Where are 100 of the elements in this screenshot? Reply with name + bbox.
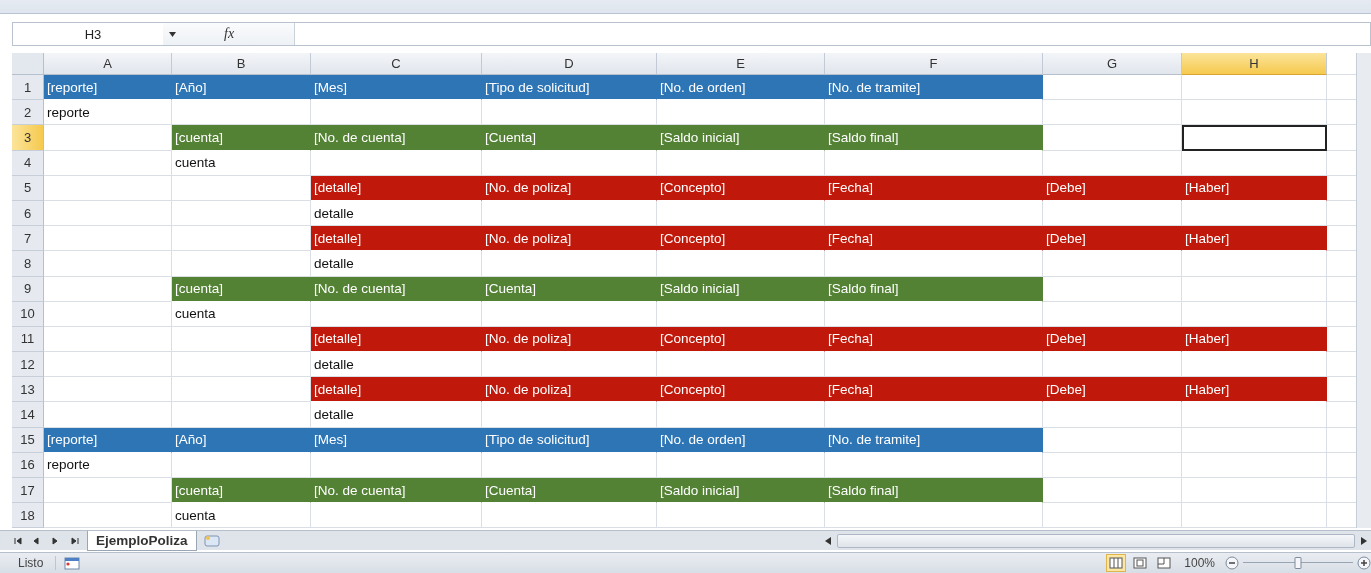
- table-cell: [Saldo final]: [825, 478, 1043, 504]
- column-header[interactable]: D: [482, 53, 657, 75]
- row-header[interactable]: 15: [12, 427, 44, 453]
- column-header[interactable]: F: [825, 53, 1043, 75]
- row-header[interactable]: 2: [12, 100, 44, 126]
- sheet-tab[interactable]: EjemploPoliza: [87, 530, 197, 551]
- zoom-level[interactable]: 100%: [1184, 556, 1215, 570]
- table-cell: detalle: [311, 200, 482, 227]
- scrollbar-thumb[interactable]: [837, 533, 1355, 548]
- table-cell: [Cuenta]: [482, 478, 657, 504]
- table-cell: [No. de cuenta]: [311, 125, 482, 151]
- scroll-left-icon[interactable]: [825, 536, 831, 545]
- column-header[interactable]: H: [1182, 53, 1327, 75]
- insert-function-button[interactable]: fx: [224, 26, 235, 42]
- table-cell: [No. de tramite]: [825, 427, 1043, 453]
- table-cell: [No. de cuenta]: [311, 478, 482, 504]
- table-cell: [cuenta]: [172, 478, 311, 504]
- row-header[interactable]: 7: [12, 226, 44, 252]
- table-cell: reporte: [44, 452, 172, 478]
- sheet-nav-icon[interactable]: [69, 536, 79, 545]
- table-cell: [Saldo final]: [825, 125, 1043, 151]
- table-cell: [Haber]: [1182, 377, 1327, 403]
- row-header[interactable]: 14: [12, 402, 44, 428]
- table-cell: detalle: [311, 251, 482, 277]
- table-cell: [detalle]: [311, 226, 482, 252]
- table-cell: [Saldo inicial]: [657, 125, 825, 151]
- table-cell: [Haber]: [1182, 175, 1327, 201]
- column-header[interactable]: B: [172, 53, 311, 75]
- table-cell: detalle: [311, 402, 482, 428]
- table-cell: [Mes]: [311, 427, 482, 453]
- table-cell: cuenta: [172, 150, 311, 176]
- sheet-nav-icon[interactable]: [12, 536, 22, 545]
- table-cell: [Concepto]: [657, 377, 825, 403]
- table-cell: reporte: [44, 100, 172, 126]
- status-text: Listo: [18, 556, 57, 570]
- table-cell: [Saldo inicial]: [657, 478, 825, 504]
- row-header[interactable]: 18: [12, 503, 44, 529]
- zoom-thumb[interactable]: [1294, 557, 1302, 569]
- column-header[interactable]: G: [1043, 53, 1182, 75]
- table-cell: [Cuenta]: [482, 276, 657, 302]
- table-cell: [No. de poliza]: [482, 226, 657, 252]
- row-header[interactable]: 12: [12, 352, 44, 378]
- column-header[interactable]: C: [311, 53, 482, 75]
- table-cell: [detalle]: [311, 377, 482, 403]
- row-header[interactable]: 4: [12, 150, 44, 176]
- row-header[interactable]: 1: [12, 75, 44, 101]
- table-cell: [Debe]: [1043, 377, 1182, 403]
- row-header[interactable]: 10: [12, 301, 44, 327]
- row-header[interactable]: 16: [12, 452, 44, 478]
- table-cell: [Saldo final]: [825, 276, 1043, 302]
- table-cell: [Mes]: [311, 75, 482, 101]
- row-header[interactable]: 9: [12, 276, 44, 302]
- macro-record-icon[interactable]: [64, 556, 81, 570]
- vertical-scrollbar[interactable]: [1356, 53, 1371, 529]
- table-cell: [Tipo de solicitud]: [482, 427, 657, 453]
- table-cell: [Haber]: [1182, 226, 1327, 252]
- row-header[interactable]: 11: [12, 326, 44, 353]
- row-header[interactable]: 17: [12, 478, 44, 504]
- table-cell: [reporte]: [44, 427, 172, 453]
- table-cell: [Fecha]: [825, 377, 1043, 403]
- table-cell: detalle: [311, 352, 482, 378]
- table-cell: [Fecha]: [825, 226, 1043, 252]
- row-header[interactable]: 13: [12, 377, 44, 403]
- caret-icon[interactable]: [169, 31, 176, 37]
- column-header[interactable]: A: [44, 53, 172, 75]
- scroll-right-icon[interactable]: [1361, 536, 1367, 545]
- table-cell: [reporte]: [44, 75, 172, 101]
- table-cell: [Debe]: [1043, 226, 1182, 252]
- table-cell: [cuenta]: [172, 125, 311, 151]
- table-cell: [Debe]: [1043, 326, 1182, 353]
- table-cell: cuenta: [172, 503, 311, 529]
- table-cell: [Haber]: [1182, 326, 1327, 353]
- table-cell: [No. de tramite]: [825, 75, 1043, 101]
- row-header[interactable]: 5: [12, 175, 44, 201]
- table-cell: [No. de poliza]: [482, 326, 657, 353]
- table-cell: [No. de poliza]: [482, 377, 657, 403]
- zoom-in-icon[interactable]: [1357, 556, 1371, 570]
- table-cell: cuenta: [172, 301, 311, 327]
- table-cell: [Concepto]: [657, 226, 825, 252]
- table-cell: [No. de poliza]: [482, 175, 657, 201]
- row-header[interactable]: 8: [12, 251, 44, 277]
- table-cell: [cuenta]: [172, 276, 311, 302]
- table-cell: [Fecha]: [825, 326, 1043, 353]
- table-cell: [No. de cuenta]: [311, 276, 482, 302]
- zoom-slider[interactable]: [1243, 557, 1353, 569]
- table-cell: [detalle]: [311, 326, 482, 353]
- table-cell: [Concepto]: [657, 326, 825, 353]
- table-cell: [Debe]: [1043, 175, 1182, 201]
- table-cell: [No. de orden]: [657, 75, 825, 101]
- name-box[interactable]: H3: [13, 23, 163, 45]
- table-cell: [Fecha]: [825, 175, 1043, 201]
- table-cell: [Concepto]: [657, 175, 825, 201]
- row-header[interactable]: 6: [12, 200, 44, 227]
- view-button[interactable]: [1106, 554, 1127, 572]
- zoom-out-icon[interactable]: [1225, 556, 1239, 570]
- table-cell: [Año]: [172, 427, 311, 453]
- column-header[interactable]: E: [657, 53, 825, 75]
- table-cell: [Cuenta]: [482, 125, 657, 151]
- table-cell: [Tipo de solicitud]: [482, 75, 657, 101]
- row-header[interactable]: 3: [12, 125, 44, 151]
